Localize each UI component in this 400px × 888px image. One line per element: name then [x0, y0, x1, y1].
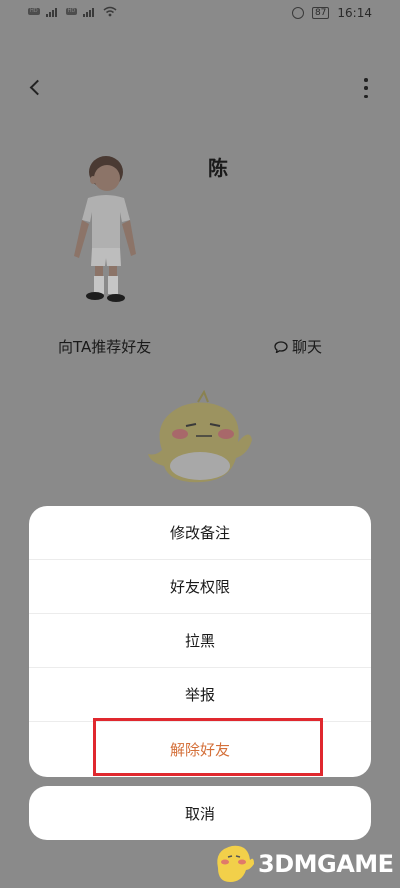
wifi-icon [103, 6, 117, 17]
more-options-button[interactable] [362, 78, 370, 98]
friend-permissions-option[interactable]: 好友权限 [29, 560, 371, 614]
recommend-friend-button[interactable]: 向TA推荐好友 [58, 336, 151, 357]
action-sheet: 修改备注 好友权限 拉黑 举报 解除好友 [29, 506, 371, 777]
signal-chip: HD [28, 8, 40, 15]
back-button[interactable] [26, 74, 50, 102]
watermark-text: 3DMGAME [258, 850, 394, 878]
alarm-icon [291, 7, 304, 19]
avatar[interactable] [60, 150, 150, 315]
edit-remark-option[interactable]: 修改备注 [29, 506, 371, 560]
signal-icon [83, 7, 97, 17]
battery-indicator: 87 [311, 7, 330, 19]
watermark-logo: 3DMGAME [210, 838, 400, 888]
mascot-illustration [148, 390, 252, 483]
chat-bubble-icon [274, 340, 288, 353]
status-bar: HD HD 87 16:14 [0, 0, 400, 28]
clock: 16:14 [337, 6, 372, 20]
status-bar-right: 87 16:14 [291, 6, 372, 20]
chat-button[interactable]: 聊天 [274, 336, 322, 357]
status-bar-left: HD HD [28, 6, 117, 17]
signal-icon [45, 7, 60, 17]
chat-label: 聊天 [292, 338, 323, 356]
signal-chip: HD [65, 8, 78, 15]
more-vertical-icon [364, 78, 368, 82]
profile-name: 陈 [208, 156, 228, 180]
block-option[interactable]: 拉黑 [29, 614, 371, 668]
remove-friend-option[interactable]: 解除好友 [29, 722, 371, 776]
watermark-mascot-icon [217, 845, 254, 882]
report-option[interactable]: 举报 [29, 668, 371, 722]
cancel-button[interactable]: 取消 [29, 786, 371, 840]
